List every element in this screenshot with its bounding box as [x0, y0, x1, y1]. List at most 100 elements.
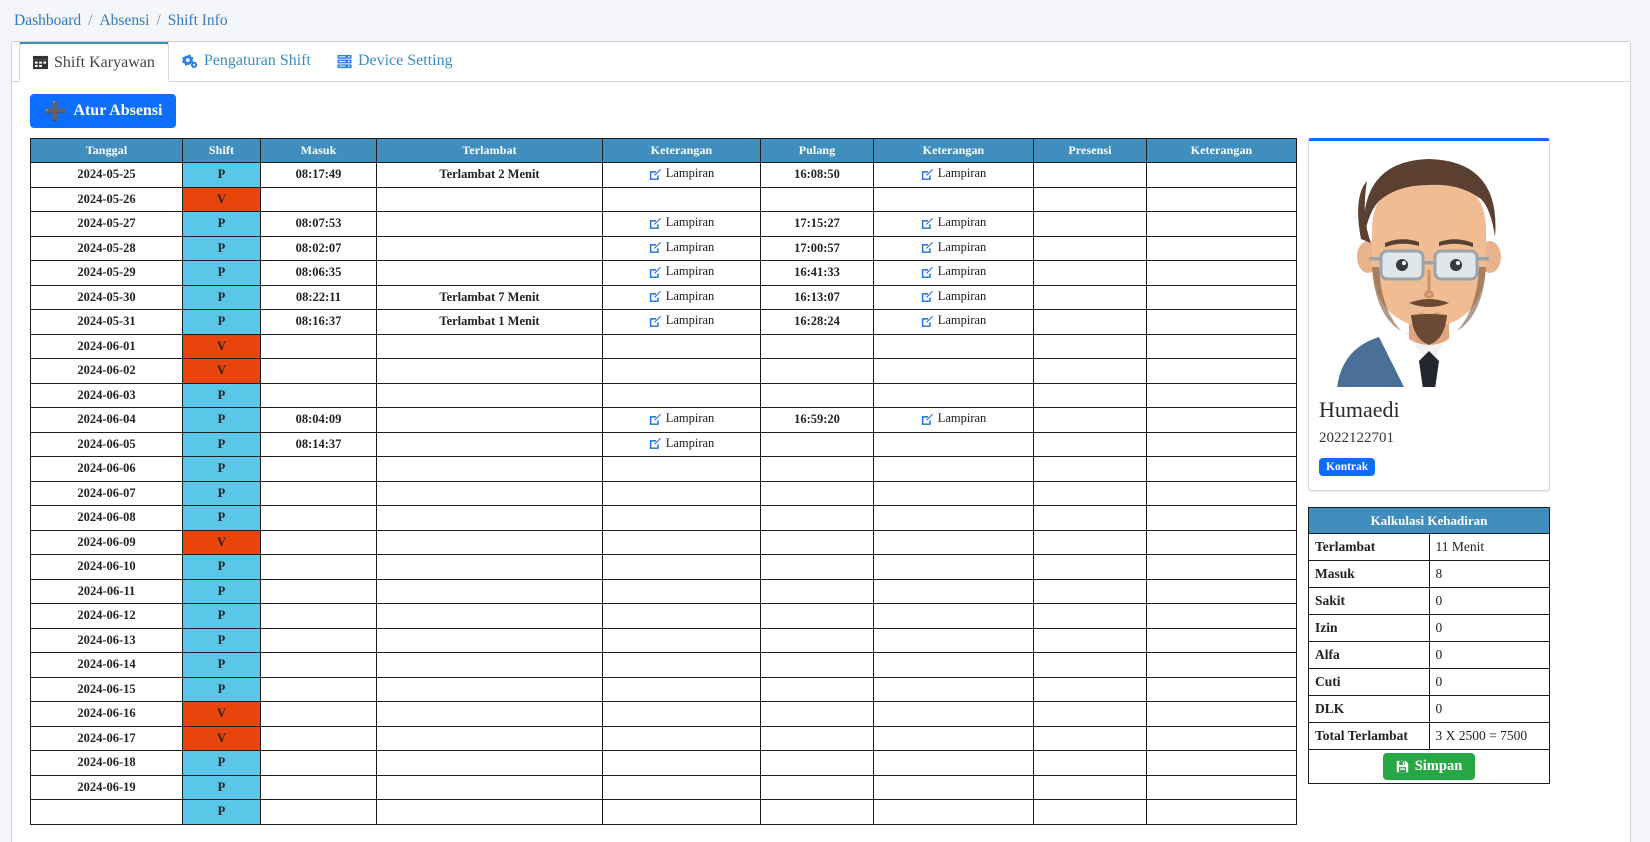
- cell-presensi[interactable]: [1033, 701, 1147, 727]
- lampiran-link[interactable]: Lampiran: [921, 411, 986, 426]
- cell-keterangan-presensi[interactable]: [1146, 750, 1297, 776]
- cell-presensi[interactable]: [1033, 333, 1147, 359]
- cell-keterangan-presensi[interactable]: [1146, 235, 1297, 261]
- cell-keterangan-presensi[interactable]: [1146, 358, 1297, 384]
- cell-keterangan-presensi[interactable]: [1146, 554, 1297, 580]
- col-header-presensi[interactable]: Presensi: [1033, 138, 1147, 163]
- cell-keterangan-presensi[interactable]: [1146, 652, 1297, 678]
- cell-shift[interactable]: P: [182, 284, 261, 310]
- col-header-keterangan-masuk[interactable]: Keterangan: [602, 138, 761, 163]
- col-header-tanggal[interactable]: Tanggal: [30, 138, 183, 163]
- lampiran-link[interactable]: Lampiran: [649, 240, 714, 255]
- cell-shift[interactable]: V: [182, 725, 261, 751]
- breadcrumb-item-shift-info[interactable]: Shift Info: [168, 12, 228, 30]
- cell-presensi[interactable]: [1033, 505, 1147, 531]
- cell-keterangan-presensi[interactable]: [1146, 456, 1297, 482]
- cell-presensi[interactable]: [1033, 529, 1147, 555]
- cell-keterangan-presensi[interactable]: [1146, 309, 1297, 335]
- lampiran-link[interactable]: Lampiran: [921, 313, 986, 328]
- cell-presensi[interactable]: [1033, 407, 1147, 433]
- cell-keterangan-presensi[interactable]: [1146, 799, 1297, 825]
- cell-presensi[interactable]: [1033, 603, 1147, 629]
- cell-presensi[interactable]: [1033, 725, 1147, 751]
- cell-presensi[interactable]: [1033, 480, 1147, 506]
- cell-presensi[interactable]: [1033, 774, 1147, 800]
- cell-keterangan-presensi[interactable]: [1146, 211, 1297, 237]
- cell-shift[interactable]: P: [182, 774, 261, 800]
- cell-shift[interactable]: P: [182, 456, 261, 482]
- lampiran-link[interactable]: Lampiran: [921, 166, 986, 181]
- cell-keterangan-presensi[interactable]: [1146, 725, 1297, 751]
- cell-keterangan-presensi[interactable]: [1146, 333, 1297, 359]
- cell-shift[interactable]: V: [182, 358, 261, 384]
- cell-shift[interactable]: V: [182, 333, 261, 359]
- cell-shift[interactable]: V: [182, 529, 261, 555]
- cell-keterangan-presensi[interactable]: [1146, 578, 1297, 604]
- cell-shift[interactable]: P: [182, 554, 261, 580]
- cell-keterangan-presensi[interactable]: [1146, 407, 1297, 433]
- lampiran-link[interactable]: Lampiran: [921, 289, 986, 304]
- cell-shift[interactable]: P: [182, 750, 261, 776]
- cell-presensi[interactable]: [1033, 186, 1147, 212]
- breadcrumb-item-absensi[interactable]: Absensi: [99, 12, 149, 30]
- cell-shift[interactable]: P: [182, 627, 261, 653]
- cell-presensi[interactable]: [1033, 676, 1147, 702]
- col-header-keterangan-presensi[interactable]: Keterangan: [1146, 138, 1297, 163]
- cell-keterangan-presensi[interactable]: [1146, 774, 1297, 800]
- cell-shift[interactable]: P: [182, 652, 261, 678]
- cell-presensi[interactable]: [1033, 309, 1147, 335]
- cell-shift[interactable]: V: [182, 186, 261, 212]
- col-header-shift[interactable]: Shift: [182, 138, 261, 163]
- cell-shift[interactable]: P: [182, 676, 261, 702]
- cell-presensi[interactable]: [1033, 578, 1147, 604]
- lampiran-link[interactable]: Lampiran: [649, 289, 714, 304]
- cell-keterangan-presensi[interactable]: [1146, 162, 1297, 188]
- cell-presensi[interactable]: [1033, 431, 1147, 457]
- cell-keterangan-presensi[interactable]: [1146, 627, 1297, 653]
- cell-presensi[interactable]: [1033, 750, 1147, 776]
- cell-shift[interactable]: P: [182, 407, 261, 433]
- cell-shift[interactable]: P: [182, 211, 261, 237]
- cell-shift[interactable]: P: [182, 235, 261, 261]
- lampiran-link[interactable]: Lampiran: [921, 215, 986, 230]
- lampiran-link[interactable]: Lampiran: [649, 215, 714, 230]
- lampiran-link[interactable]: Lampiran: [649, 436, 714, 451]
- atur-absensi-button[interactable]: ➕ Atur Absensi: [30, 94, 177, 128]
- cell-keterangan-presensi[interactable]: [1146, 701, 1297, 727]
- cell-shift[interactable]: P: [182, 799, 261, 825]
- cell-shift[interactable]: P: [182, 382, 261, 408]
- tab-pengaturan-shift[interactable]: Pengaturan Shift: [169, 42, 324, 81]
- cell-shift[interactable]: V: [182, 701, 261, 727]
- lampiran-link[interactable]: Lampiran: [649, 411, 714, 426]
- cell-keterangan-presensi[interactable]: [1146, 260, 1297, 286]
- cell-keterangan-presensi[interactable]: [1146, 676, 1297, 702]
- cell-presensi[interactable]: [1033, 652, 1147, 678]
- cell-keterangan-presensi[interactable]: [1146, 284, 1297, 310]
- col-header-pulang[interactable]: Pulang: [760, 138, 874, 163]
- cell-shift[interactable]: P: [182, 505, 261, 531]
- simpan-button[interactable]: Simpan: [1382, 753, 1476, 780]
- col-header-terlambat[interactable]: Terlambat: [376, 138, 603, 163]
- cell-shift[interactable]: P: [182, 578, 261, 604]
- cell-presensi[interactable]: [1033, 382, 1147, 408]
- cell-presensi[interactable]: [1033, 627, 1147, 653]
- col-header-masuk[interactable]: Masuk: [260, 138, 377, 163]
- cell-keterangan-presensi[interactable]: [1146, 480, 1297, 506]
- cell-shift[interactable]: P: [182, 260, 261, 286]
- cell-presensi[interactable]: [1033, 260, 1147, 286]
- cell-shift[interactable]: P: [182, 431, 261, 457]
- col-header-keterangan-pulang[interactable]: Keterangan: [873, 138, 1034, 163]
- tab-device-setting[interactable]: Device Setting: [324, 42, 466, 81]
- cell-presensi[interactable]: [1033, 211, 1147, 237]
- cell-keterangan-presensi[interactable]: [1146, 186, 1297, 212]
- lampiran-link[interactable]: Lampiran: [921, 264, 986, 279]
- cell-keterangan-presensi[interactable]: [1146, 603, 1297, 629]
- cell-shift[interactable]: P: [182, 162, 261, 188]
- cell-shift[interactable]: P: [182, 480, 261, 506]
- cell-shift[interactable]: P: [182, 309, 261, 335]
- cell-keterangan-presensi[interactable]: [1146, 505, 1297, 531]
- cell-shift[interactable]: P: [182, 603, 261, 629]
- tab-shift-karyawan[interactable]: Shift Karyawan: [19, 42, 169, 82]
- breadcrumb-item-dashboard[interactable]: Dashboard: [14, 12, 81, 30]
- cell-presensi[interactable]: [1033, 358, 1147, 384]
